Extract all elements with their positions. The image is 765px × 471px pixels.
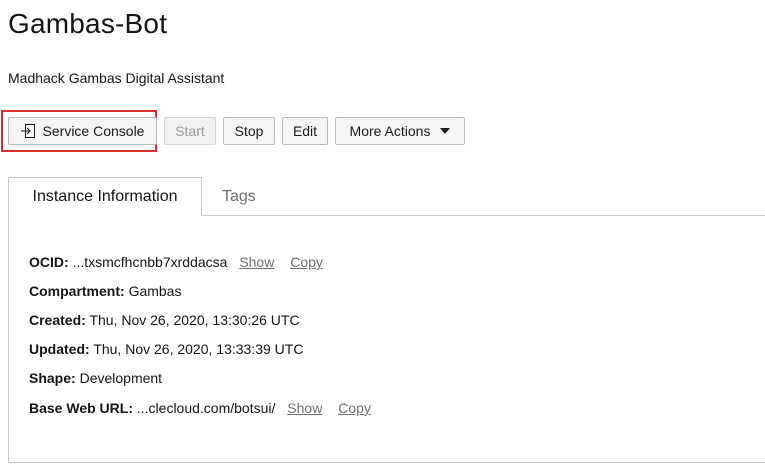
ocid-row: OCID: ...txsmcfhcnbb7xrddacsa Show Copy	[29, 254, 323, 270]
page-title: Gambas-Bot	[8, 8, 168, 39]
created-row: Created: Thu, Nov 26, 2020, 13:30:26 UTC	[29, 312, 300, 328]
service-console-label: Service Console	[42, 123, 145, 139]
service-console-button[interactable]: Service Console	[8, 117, 157, 145]
ocid-label: OCID:	[29, 254, 69, 270]
compartment-value: Gambas	[128, 283, 182, 299]
instance-information-panel	[8, 215, 765, 463]
base-url-value: ...clecloud.com/botsui/	[136, 400, 276, 416]
open-console-icon	[20, 124, 35, 138]
shape-label: Shape:	[29, 370, 76, 386]
base-url-show-link[interactable]: Show	[287, 400, 322, 416]
more-actions-label: More Actions	[349, 123, 431, 139]
page-subtitle: Madhack Gambas Digital Assistant	[8, 70, 225, 86]
start-button[interactable]: Start	[164, 117, 216, 145]
base-url-row: Base Web URL: ...clecloud.com/botsui/ Sh…	[29, 400, 371, 416]
created-value: Thu, Nov 26, 2020, 13:30:26 UTC	[89, 312, 300, 328]
tab-tags[interactable]: Tags	[222, 177, 256, 216]
base-url-copy-link[interactable]: Copy	[338, 400, 371, 416]
ocid-show-link[interactable]: Show	[239, 254, 274, 270]
edit-button[interactable]: Edit	[282, 117, 328, 145]
ocid-copy-link[interactable]: Copy	[290, 254, 323, 270]
created-label: Created:	[29, 312, 86, 328]
updated-value: Thu, Nov 26, 2020, 13:33:39 UTC	[93, 341, 304, 357]
caret-down-icon	[440, 128, 451, 134]
ocid-value: ...txsmcfhcnbb7xrddacsa	[72, 254, 228, 270]
compartment-label: Compartment:	[29, 283, 125, 299]
compartment-row: Compartment: Gambas	[29, 283, 181, 299]
tab-instance-information[interactable]: Instance Information	[8, 177, 202, 216]
stop-button[interactable]: Stop	[223, 117, 275, 145]
shape-value: Development	[79, 370, 163, 386]
shape-row: Shape: Development	[29, 370, 162, 386]
updated-row: Updated: Thu, Nov 26, 2020, 13:33:39 UTC	[29, 341, 303, 357]
base-url-label: Base Web URL:	[29, 400, 133, 416]
tab-bar: Instance Information Tags	[0, 177, 765, 216]
more-actions-button[interactable]: More Actions	[335, 117, 465, 145]
action-toolbar: Service Console Start Stop Edit More Act…	[0, 110, 500, 154]
updated-label: Updated:	[29, 341, 90, 357]
